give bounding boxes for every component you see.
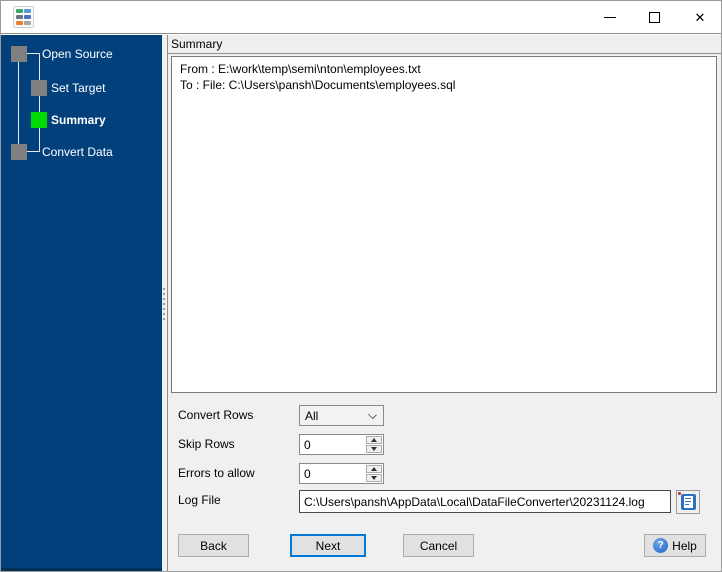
skip-rows-label: Skip Rows (178, 437, 235, 451)
help-button[interactable]: ? Help (644, 534, 706, 557)
step-connector-bottom (27, 151, 39, 152)
errors-to-allow-label: Errors to allow (178, 466, 255, 480)
errors-to-allow-input[interactable] (300, 464, 367, 483)
skip-rows-spinner (299, 434, 384, 455)
sidebar-step-summary[interactable]: Summary (51, 112, 106, 128)
next-button[interactable]: Next (290, 534, 366, 557)
errors-down-button[interactable] (366, 474, 382, 482)
summary-line-to: To : File: C:\Users\pansh\Documents\empl… (180, 78, 456, 92)
skip-rows-down-button[interactable] (366, 445, 382, 453)
step-connector-vertical-left (18, 61, 19, 145)
step-square-set-target (31, 80, 47, 96)
title-bar: ✕ (1, 1, 721, 34)
arrow-down-icon (371, 447, 377, 451)
content-pane: Summary From : E:\work\temp\semi\nton\em… (168, 35, 721, 571)
step-square-open-source (11, 46, 27, 62)
cancel-button[interactable]: Cancel (403, 534, 474, 557)
log-file-label: Log File (178, 493, 221, 507)
step-connector-vertical-right (39, 53, 40, 152)
maximize-button[interactable] (635, 1, 673, 34)
help-button-label: Help (672, 538, 697, 553)
app-window: ✕ Open Source Set Target Summary Convert… (0, 0, 722, 572)
skip-rows-up-button[interactable] (366, 436, 382, 444)
sidebar-step-set-target[interactable]: Set Target (51, 80, 105, 96)
errors-up-button[interactable] (366, 465, 382, 473)
minimize-button[interactable] (591, 1, 629, 34)
help-question-icon: ? (653, 538, 669, 553)
log-file-input[interactable] (299, 490, 671, 513)
arrow-up-icon (371, 467, 377, 471)
close-button[interactable]: ✕ (681, 1, 719, 34)
step-square-summary (31, 112, 47, 128)
view-log-button[interactable] (676, 490, 700, 514)
sidebar-footer-strip (1, 568, 162, 571)
summary-text-box[interactable]: From : E:\work\temp\semi\nton\employees.… (171, 56, 717, 393)
errors-to-allow-spinner (299, 463, 384, 484)
skip-rows-input[interactable] (300, 435, 367, 454)
step-square-convert-data (11, 144, 27, 160)
back-button[interactable]: Back (178, 534, 249, 557)
convert-rows-label: Convert Rows (178, 408, 254, 422)
maximize-icon (648, 12, 660, 23)
convert-rows-dropdown[interactable]: All (299, 405, 384, 426)
sidebar-step-convert-data[interactable]: Convert Data (42, 144, 113, 160)
summary-line-from: From : E:\work\temp\semi\nton\employees.… (180, 62, 421, 76)
step-connector-top (27, 53, 39, 54)
wizard-step-panel: Open Source Set Target Summary Convert D… (1, 35, 162, 568)
convert-rows-value: All (305, 408, 319, 423)
minimize-icon (604, 17, 616, 18)
pane-caption: Summary (168, 35, 721, 54)
chevron-down-icon (367, 410, 377, 420)
app-icon (13, 6, 34, 28)
arrow-down-icon (371, 476, 377, 480)
close-icon: ✕ (694, 10, 706, 25)
sidebar-step-open-source[interactable]: Open Source (42, 46, 113, 62)
arrow-up-icon (371, 438, 377, 442)
log-document-icon (680, 494, 696, 510)
